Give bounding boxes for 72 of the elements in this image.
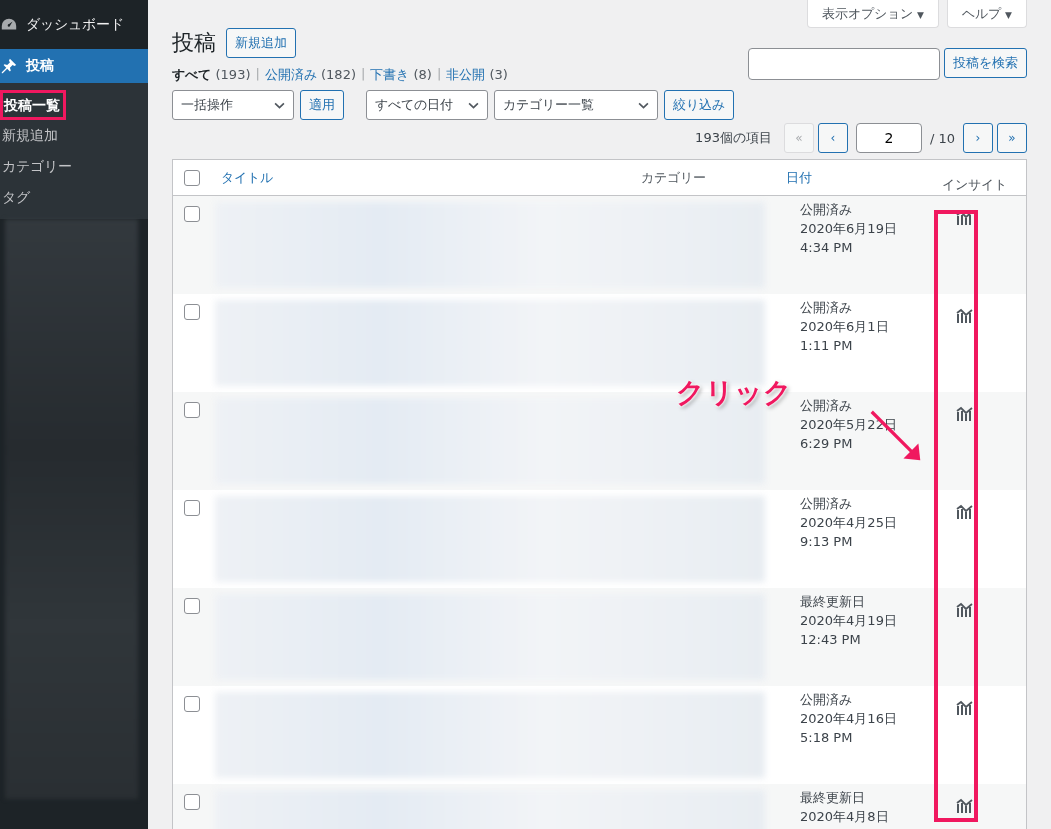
- column-header[interactable]: 日付: [786, 168, 932, 187]
- submenu-item[interactable]: 投稿一覧: [0, 90, 66, 120]
- post-time: 6:29 PM: [800, 435, 854, 453]
- item-count: 193個の項目: [695, 129, 772, 147]
- submenu-item[interactable]: 新規追加: [0, 120, 58, 151]
- page-number-field[interactable]: 2: [855, 123, 922, 153]
- post-date: 2020年4月16日: [800, 710, 898, 728]
- chevron-icon: [468, 101, 479, 109]
- category-dropdown[interactable]: カテゴリー一覧: [494, 90, 658, 120]
- post-status: 最終更新日: [800, 789, 866, 807]
- chart-icon[interactable]: [956, 504, 974, 520]
- checkbox[interactable]: [184, 696, 200, 712]
- pushpin-icon: [0, 57, 18, 75]
- search-button[interactable]: 投稿を検索: [944, 48, 1027, 78]
- post-time: 5:18 PM: [800, 729, 854, 747]
- page-button[interactable]: »: [997, 123, 1027, 153]
- status-filter-link[interactable]: 公開済み (182): [264, 66, 356, 84]
- submenu-item[interactable]: タグ: [0, 182, 30, 213]
- apply-button[interactable]: 適用: [300, 90, 344, 120]
- status-filter-link[interactable]: すべて (193): [172, 66, 251, 84]
- checkbox[interactable]: [184, 304, 200, 320]
- post-time: 4:34 PM: [800, 239, 854, 257]
- column-header[interactable]: タイトル: [211, 168, 641, 187]
- chart-icon[interactable]: [956, 798, 974, 814]
- menu-item[interactable]: 投稿: [0, 49, 148, 83]
- post-time: 9:13 PM: [800, 533, 854, 551]
- column-header: カテゴリー: [641, 168, 707, 187]
- page-button[interactable]: ‹: [817, 123, 848, 153]
- checkbox[interactable]: [184, 169, 200, 186]
- chart-icon[interactable]: [956, 602, 974, 618]
- post-time: 1:11 PM: [800, 337, 854, 355]
- post-status: 最終更新日: [800, 593, 866, 611]
- checkbox[interactable]: [184, 402, 200, 418]
- post-date: 2020年6月1日: [800, 318, 890, 336]
- screen-option-tab[interactable]: ヘルプ ▼: [946, 0, 1027, 28]
- separator: |: [255, 66, 260, 83]
- status-filter-link[interactable]: 下書き (8): [370, 66, 432, 84]
- post-date: 2020年4月25日: [800, 514, 898, 532]
- search-field[interactable]: [748, 48, 940, 80]
- checkbox[interactable]: [184, 598, 200, 614]
- chart-icon[interactable]: [956, 406, 974, 422]
- separator: |: [361, 66, 366, 83]
- chart-icon[interactable]: [956, 700, 974, 716]
- page-title: 投稿: [172, 29, 216, 57]
- post-status: 公開済み: [800, 495, 853, 513]
- post-date: 2020年4月19日: [800, 612, 898, 630]
- checkbox[interactable]: [184, 500, 200, 516]
- post-status: 公開済み: [800, 299, 853, 317]
- page-button[interactable]: ›: [963, 123, 993, 153]
- screen-option-tab[interactable]: 表示オプション ▼: [806, 0, 939, 28]
- column-header: インサイト: [941, 175, 1008, 194]
- chevron-icon: [274, 101, 285, 109]
- checkbox[interactable]: [184, 794, 200, 810]
- post-status: 公開済み: [800, 691, 853, 709]
- post-status: 公開済み: [800, 201, 853, 219]
- menu-item[interactable]: ダッシュボード: [0, 8, 148, 42]
- add-new-button[interactable]: 新規追加: [226, 28, 296, 58]
- separator: |: [436, 66, 442, 83]
- date-dropdown[interactable]: すべての日付: [366, 90, 488, 120]
- callout-text: クリック: [676, 375, 792, 411]
- chevron-icon: [638, 101, 649, 109]
- filter-button[interactable]: 絞り込み: [664, 90, 734, 120]
- status-filter-link[interactable]: 非公開 (3): [446, 66, 508, 84]
- post-date: 2020年6月19日: [800, 220, 898, 238]
- post-status: 公開済み: [800, 397, 853, 415]
- page-total: / 10: [929, 130, 955, 146]
- post-time: 12:43 PM: [800, 631, 862, 649]
- bulk-action-dropdown[interactable]: 一括操作: [172, 90, 294, 120]
- submenu-item[interactable]: カテゴリー: [0, 151, 72, 182]
- chart-icon[interactable]: [956, 308, 974, 324]
- checkbox[interactable]: [184, 206, 200, 222]
- post-date: 2020年4月8日: [800, 808, 890, 826]
